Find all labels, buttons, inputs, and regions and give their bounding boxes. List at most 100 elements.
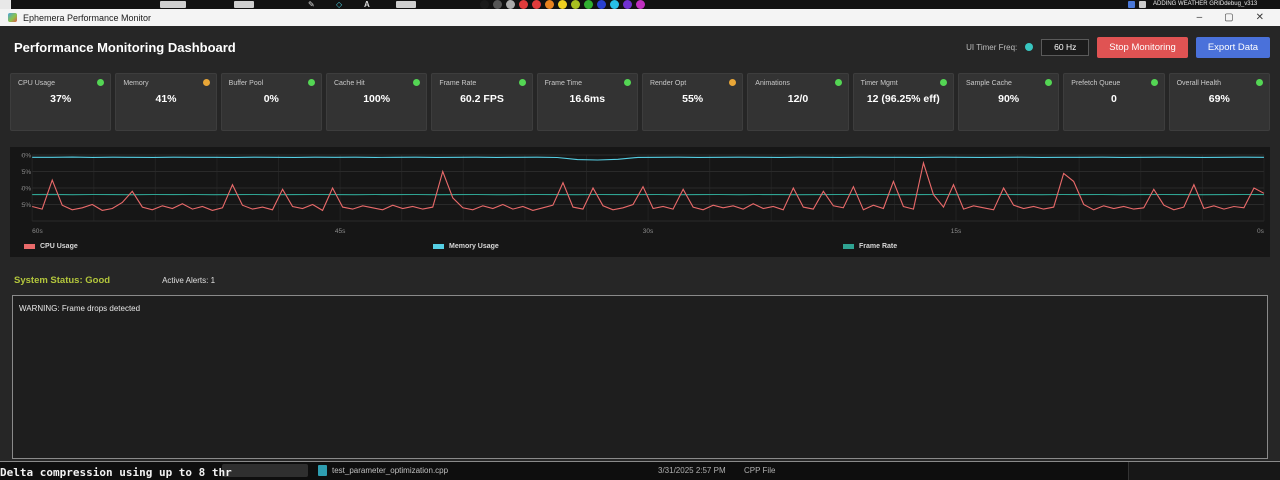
palette-color-swatch[interactable] [519, 0, 528, 9]
active-alerts: Active Alerts: 1 [162, 276, 215, 285]
palette-color-swatch[interactable] [623, 0, 632, 9]
legend-label: Memory Usage [449, 243, 499, 250]
svg-text:30s: 30s [643, 228, 654, 235]
metric-card: Render Opt55% [642, 73, 743, 131]
svg-text:60s: 60s [32, 228, 43, 235]
color-palette [480, 0, 645, 9]
metric-value: 60.2 FPS [432, 93, 531, 105]
background-top-toolbar: ✎ ◇ A ADDING WEATHER GRIDdebug_v313 [0, 0, 1280, 9]
status-dot-icon [624, 79, 631, 86]
legend-item: Frame Rate [843, 243, 897, 250]
minimize-button[interactable]: – [1197, 9, 1203, 26]
legend-swatch-icon [433, 244, 444, 249]
app-window: Ephemera Performance Monitor – ▢ ✕ Perfo… [0, 9, 1280, 462]
alerts-label: Active Alerts: [162, 276, 208, 285]
text-tool-icon[interactable]: A [364, 0, 370, 9]
background-window-fragment [1128, 462, 1280, 480]
metric-label: Prefetch Queue [1071, 80, 1120, 87]
background-window-fragment [0, 0, 11, 9]
timer-freq-input[interactable] [1041, 39, 1089, 56]
metric-card: Overall Health 69% [1169, 73, 1270, 131]
svg-text:0s: 0s [1257, 228, 1265, 235]
palette-color-swatch[interactable] [610, 0, 619, 9]
metric-label: Buffer Pool [229, 80, 264, 87]
export-data-button[interactable]: Export Data [1196, 37, 1270, 58]
metric-label: Frame Time [545, 80, 582, 87]
svg-text:15s: 15s [951, 228, 962, 235]
palette-color-swatch[interactable] [506, 0, 515, 9]
metric-value: 100% [327, 93, 426, 105]
metric-value: 16.6ms [538, 93, 637, 105]
svg-text:75%: 75% [18, 169, 31, 176]
legend-swatch-icon [843, 244, 854, 249]
metric-label: Timer Mgmt [861, 80, 898, 87]
metric-value: 12 (96.25% eff) [854, 93, 953, 105]
palette-color-swatch[interactable] [493, 0, 502, 9]
toolbar-button[interactable] [160, 1, 186, 8]
palette-color-swatch[interactable] [636, 0, 645, 9]
palette-color-swatch[interactable] [480, 0, 489, 9]
metric-value: 90% [959, 93, 1058, 105]
palette-color-swatch[interactable] [571, 0, 580, 9]
status-row: System Status: Good Active Alerts: 1 [14, 273, 215, 287]
taskbar-icon[interactable] [1139, 1, 1146, 8]
palette-color-swatch[interactable] [597, 0, 606, 9]
file-type: CPP File [744, 466, 775, 475]
status-dot-icon [1151, 79, 1158, 86]
metric-label: Cache Hit [334, 80, 365, 87]
legend-item: CPU Usage [24, 243, 78, 250]
metric-value: 0% [222, 93, 321, 105]
metric-label: Overall Health [1177, 80, 1221, 87]
metric-card: Frame Rate 60.2 FPS [431, 73, 532, 131]
palette-color-swatch[interactable] [532, 0, 541, 9]
palette-color-swatch[interactable] [545, 0, 554, 9]
background-button[interactable] [222, 464, 308, 477]
status-dot-icon [835, 79, 842, 86]
metric-label: Frame Rate [439, 80, 476, 87]
metric-card: Sample Cache 90% [958, 73, 1059, 131]
metric-card: Memory41% [115, 73, 216, 131]
file-name[interactable]: test_parameter_optimization.cpp [332, 466, 448, 475]
metric-value: 12/0 [748, 93, 847, 105]
alert-log[interactable]: WARNING: Frame drops detected [12, 295, 1268, 459]
screen: ✎ ◇ A ADDING WEATHER GRIDdebug_v313 Ephe… [0, 0, 1280, 480]
taskbar-icon[interactable] [1128, 1, 1135, 8]
status-dot-icon [203, 79, 210, 86]
status-dot-icon [1045, 79, 1052, 86]
close-button[interactable]: ✕ [1256, 9, 1264, 26]
toolbar-button[interactable] [234, 1, 254, 8]
metric-card: Frame Time 16.6ms [537, 73, 638, 131]
svg-text:45s: 45s [335, 228, 346, 235]
metric-value: 37% [11, 93, 110, 105]
metric-card: Timer Mgmt 12 (96.25% eff) [853, 73, 954, 131]
window-title: Ephemera Performance Monitor [23, 13, 151, 23]
pencil-icon[interactable]: ✎ [308, 0, 315, 9]
chart-panel: 100%75%50%25%60s45s30s15s0s CPU UsageMem… [10, 147, 1270, 257]
performance-chart: 100%75%50%25%60s45s30s15s0s [10, 147, 1270, 239]
background-window-title: ADDING WEATHER GRIDdebug_v313 [1153, 1, 1257, 7]
window-titlebar: Ephemera Performance Monitor – ▢ ✕ [0, 9, 1280, 26]
svg-text:100%: 100% [14, 153, 31, 160]
metric-value: 69% [1170, 93, 1269, 105]
metric-cards-row: CPU Usage37%Memory41%Buffer Pool0%Cache … [10, 73, 1270, 131]
metric-card: Animations 12/0 [747, 73, 848, 131]
metric-card: Prefetch Queue0 [1063, 73, 1164, 131]
status-dot-icon [1256, 79, 1263, 86]
shape-icon[interactable]: ◇ [336, 0, 342, 9]
timer-freq-label: UI Timer Freq: [966, 43, 1017, 52]
dashboard-header: Performance Monitoring Dashboard UI Time… [0, 34, 1280, 60]
maximize-button[interactable]: ▢ [1224, 9, 1233, 26]
metric-card: Buffer Pool 0% [221, 73, 322, 131]
metric-label: Sample Cache [966, 80, 1012, 87]
svg-text:25%: 25% [18, 202, 31, 209]
palette-color-swatch[interactable] [584, 0, 593, 9]
toolbar-button[interactable] [396, 1, 416, 8]
stop-monitoring-button[interactable]: Stop Monitoring [1097, 37, 1188, 58]
terminal-output-text: Delta compression using up to 8 thr [0, 466, 232, 479]
metric-label: Render Opt [650, 80, 686, 87]
app-icon [8, 13, 17, 22]
status-dot-icon [308, 79, 315, 86]
log-line: WARNING: Frame drops detected [19, 304, 1261, 313]
metric-label: Animations [755, 80, 790, 87]
palette-color-swatch[interactable] [558, 0, 567, 9]
